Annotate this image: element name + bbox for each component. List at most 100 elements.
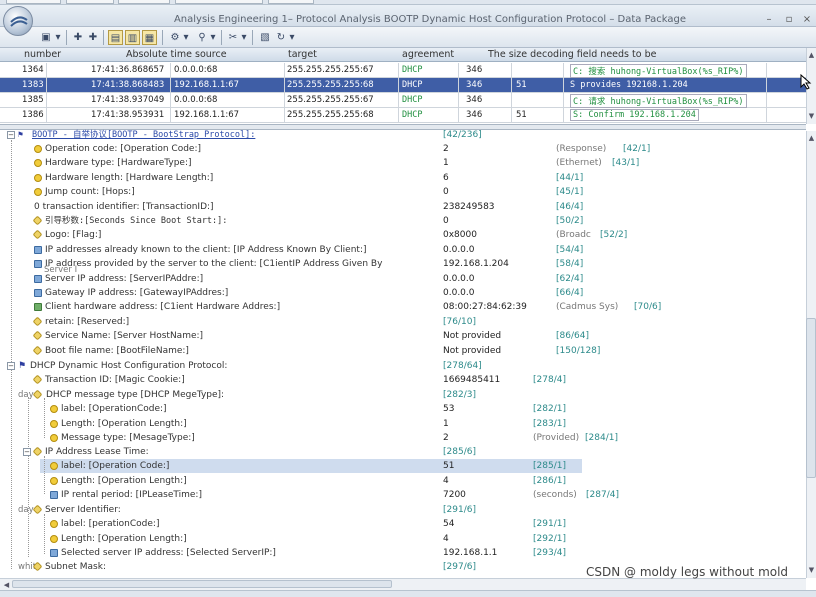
horizontal-scrollbar-thumb[interactable]: [12, 580, 392, 588]
tree-field-item[interactable]: Boot file name: [BootFileName:]: [45, 344, 189, 358]
col-agreement[interactable]: agreement: [402, 49, 454, 60]
tree-field-item[interactable]: label: [Operation Code:]: [61, 459, 169, 473]
tree-field-item[interactable]: label: [OperationCode:]: [61, 402, 167, 416]
app-logo-icon[interactable]: [3, 6, 33, 36]
col-divider: [458, 78, 459, 93]
scroll-up-icon[interactable]: ▲: [807, 133, 816, 143]
packet-row[interactable]: 1364 17:41:36.868657 0.0.0.0:68 255.255.255…: [0, 63, 806, 78]
filter-icon[interactable]: ⚲: [195, 30, 209, 45]
scroll-up-icon[interactable]: ▲: [807, 50, 816, 60]
tree-field-item[interactable]: Length: [Operation Length:]: [61, 532, 187, 546]
tree-node-server-id[interactable]: Server Identifier:: [45, 503, 121, 517]
tree-field-item[interactable]: retain: [Reserved:]: [45, 315, 129, 329]
col-divider: [284, 108, 285, 123]
back-icon[interactable]: ✚: [72, 30, 84, 45]
layout-2-icon[interactable]: ▥: [125, 30, 140, 45]
tree-field-item[interactable]: Hardware length: [Hardware Length:]: [45, 171, 213, 185]
field-value: 192.168.1.1: [443, 548, 498, 558]
field-bullet-icon: [34, 173, 42, 182]
tree-field-item[interactable]: IP addresses already known to the client…: [45, 243, 367, 257]
tree-field-item[interactable]: Operation code: [Operation Code:]: [45, 142, 201, 156]
packet-row[interactable]: 1385 17:41:38.937049 0.0.0.0:68 255.255.255…: [0, 93, 806, 108]
collapse-bootp-toggle[interactable]: −: [7, 131, 15, 139]
tree-node-subnet[interactable]: Subnet Mask:: [45, 560, 106, 574]
field-bullet-icon: [34, 188, 42, 197]
tree-field-item[interactable]: Service Name: [Server HostName:]: [45, 329, 203, 343]
tree-scrollbar-thumb[interactable]: [806, 318, 816, 478]
col-time[interactable]: Absolute time source: [126, 49, 227, 60]
field-offset: [58/4]: [556, 259, 584, 270]
col-divider: [563, 108, 564, 123]
field-value: 238249583: [443, 201, 495, 212]
tree-field-item[interactable]: Client hardware address: [C1ient Hardwar…: [45, 300, 280, 314]
col-target[interactable]: target: [288, 49, 317, 60]
export-icon[interactable]: ▧: [258, 30, 272, 45]
tree-field-item[interactable]: IP address provided by the server to the…: [45, 257, 382, 271]
field-tag-icon: [32, 330, 43, 341]
tree-node-msgtype[interactable]: DHCP message type [DHCP MegeType]:: [46, 388, 224, 402]
field-value: 4: [443, 475, 449, 486]
packet-info: C: 搜索 huhong-VirtualBox(%s_RIP%): [570, 64, 747, 78]
chevron-down-icon[interactable]: ▾: [209, 30, 217, 45]
tree-field-item[interactable]: label: [perationCode:]: [61, 517, 159, 531]
tree-node-lease[interactable]: IP Address Lease Time:: [45, 445, 149, 459]
tree-field-item[interactable]: Hardware type: [HardwareType:]: [45, 156, 192, 170]
forward-icon[interactable]: ✚: [87, 30, 99, 45]
watermark-text: CSDN @ moldy legs without mold: [586, 565, 789, 579]
network-node-icon: [34, 245, 42, 254]
col-divider: [563, 78, 564, 93]
field-offset: [86/64]: [556, 331, 589, 342]
collapse-lease-toggle[interactable]: −: [23, 448, 31, 456]
col-number[interactable]: number: [24, 49, 61, 60]
save-icon[interactable]: ▣: [38, 30, 54, 45]
decode-icon[interactable]: ⚙: [168, 30, 182, 45]
chevron-down-icon[interactable]: ▾: [240, 30, 248, 45]
chevron-down-icon[interactable]: ▾: [54, 30, 62, 45]
tree-field-item[interactable]: 0 transaction identifier: [TransactionID…: [34, 200, 214, 214]
tree-field-item[interactable]: Jump count: [Hops:]: [45, 185, 135, 199]
tree-field-item[interactable]: Logo: [Flag:]: [45, 228, 101, 242]
close-button[interactable]: ×: [800, 13, 814, 27]
layout-3-icon[interactable]: ▦: [142, 30, 157, 45]
minimize-button[interactable]: –: [762, 13, 776, 27]
col-divider: [458, 63, 459, 78]
field-value: 1669485411: [443, 375, 501, 385]
tree-field-item[interactable]: Gateway IP address: [GatewayIPAddres:]: [45, 286, 228, 300]
network-node-icon: [34, 260, 42, 269]
field-bullet-icon: [34, 159, 42, 168]
collapse-dhcp-toggle[interactable]: −: [7, 362, 15, 370]
tree-node-dhcp[interactable]: DHCP Dynamic Host Configuration Protocol…: [30, 359, 227, 373]
col-divider: [511, 78, 512, 93]
tools-icon[interactable]: ✂: [226, 30, 240, 45]
tree-field-item[interactable]: 引导秒数:[Seconds Since Boot Start:]:: [45, 214, 227, 228]
field-value: 4: [443, 533, 449, 544]
hardware-address-icon: [34, 303, 42, 312]
restore-button[interactable]: ▫: [782, 13, 796, 27]
field-tag-icon: [32, 229, 43, 240]
tree-field-item[interactable]: Transaction ID: [Magic Cookie:]: [45, 373, 185, 387]
col-size[interactable]: The size decoding field needs to be: [488, 49, 656, 60]
tree-field-item[interactable]: Message type: [MesageType:]: [61, 431, 195, 445]
field-bullet-icon: [50, 534, 58, 543]
tree-field-item[interactable]: Length: [Operation Length:]: [61, 417, 187, 431]
tree-node-bootp[interactable]: BOOTP - 自举协议[BOOTP - BootStrap Protocol]…: [32, 128, 255, 142]
field-offset: [44/1]: [556, 172, 584, 183]
scroll-down-icon[interactable]: ▼: [807, 565, 816, 575]
field-value: 1: [443, 158, 449, 169]
field-offset: [54/4]: [556, 244, 584, 255]
refresh-icon[interactable]: ↻: [274, 30, 288, 45]
tree-field-item[interactable]: Length: [Operation Length:]: [61, 474, 187, 488]
scroll-left-icon[interactable]: ◀: [2, 580, 11, 590]
layout-1-icon[interactable]: ▤: [108, 30, 123, 45]
tree-field-item[interactable]: Selected server IP address: [Selected Se…: [61, 546, 276, 560]
packet-row[interactable]: 1386 17:41:38.953931 192.168.1.1:67 255.255…: [0, 108, 806, 123]
chevron-down-icon[interactable]: ▾: [182, 30, 190, 45]
col-divider: [398, 93, 399, 108]
packet-row[interactable]: 1383 17:41:38.868483 192.168.1.1:67 255.255…: [0, 78, 806, 93]
chevron-down-icon[interactable]: ▾: [288, 30, 296, 45]
field-value: 0.0.0.0: [443, 288, 475, 298]
scroll-down-icon[interactable]: ▼: [807, 111, 816, 121]
packet-list-header: number Absolute time source target agree…: [0, 48, 806, 62]
tree-field-item[interactable]: IP rental period: [IPLeaseTime:]: [61, 488, 202, 502]
field-offset: [287/4]: [586, 490, 619, 500]
